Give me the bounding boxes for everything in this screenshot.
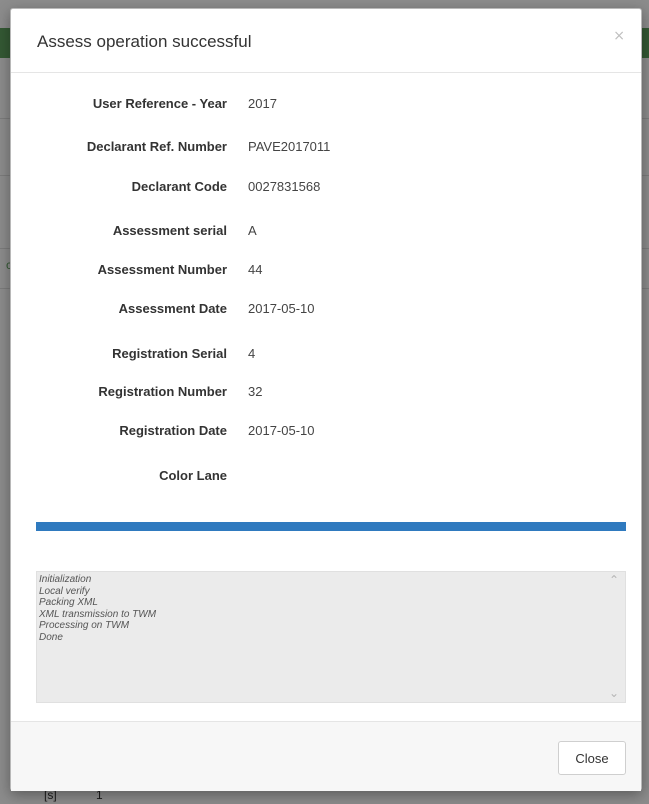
field-value: A <box>248 223 257 238</box>
field-label: Assessment serial <box>112 223 227 238</box>
progress-bar <box>36 522 626 531</box>
field-assessment-number: Assessment Number 44 <box>11 262 643 282</box>
field-user-reference-year: User Reference - Year 2017 <box>11 96 643 116</box>
chevron-up-icon[interactable]: ⌃ <box>609 574 619 587</box>
field-registration-number: Registration Number 32 <box>11 384 643 404</box>
log-line: XML transmission to TWM <box>39 608 157 620</box>
status-log[interactable]: Initialization Local verify Packing XML … <box>36 571 626 703</box>
field-registration-serial: Registration Serial 4 <box>11 346 643 366</box>
dialog-title: Assess operation successful <box>37 32 252 51</box>
field-declarant-code: Declarant Code 0027831568 <box>11 179 643 199</box>
dialog-header: Assess operation successful × <box>11 9 641 73</box>
close-icon[interactable]: × <box>613 28 625 44</box>
field-declarant-ref-number: Declarant Ref. Number PAVE2017011 <box>11 139 643 159</box>
chevron-down-icon[interactable]: ⌄ <box>609 688 619 700</box>
log-line: Processing on TWM <box>39 620 130 632</box>
field-value: PAVE2017011 <box>248 139 331 154</box>
field-value: 4 <box>248 346 256 361</box>
log-line: Initialization <box>39 574 92 585</box>
field-value: 2017-05-10 <box>248 301 315 316</box>
field-value: 2017-05-10 <box>248 423 315 438</box>
field-label: Registration Number <box>98 384 227 399</box>
field-assessment-serial: Assessment serial A <box>11 223 643 243</box>
field-registration-date: Registration Date 2017-05-10 <box>11 423 643 443</box>
field-label: Declarant Ref. Number <box>86 139 227 154</box>
assess-result-dialog: Assess operation successful × User Refer… <box>10 8 642 791</box>
field-label: User Reference - Year <box>92 96 227 111</box>
field-assessment-date: Assessment Date 2017-05-10 <box>11 301 643 321</box>
field-value: 44 <box>248 262 263 277</box>
field-color-lane: Color Lane <box>11 468 643 488</box>
log-line: Local verify <box>39 585 90 597</box>
field-label: Declarant Code <box>131 179 227 194</box>
field-label: Color Lane <box>159 468 227 483</box>
field-label: Assessment Number <box>97 262 227 277</box>
log-line: Done <box>39 631 63 643</box>
log-lines: Initialization Local verify Packing XML … <box>39 574 156 644</box>
field-value: 32 <box>248 384 263 399</box>
field-label: Assessment Date <box>118 301 227 316</box>
field-value: 2017 <box>248 96 277 111</box>
field-label: Registration Serial <box>112 346 227 361</box>
close-button[interactable]: Close <box>558 741 626 775</box>
dialog-footer: Close <box>11 721 641 791</box>
field-label: Registration Date <box>119 423 227 438</box>
log-line: Packing XML <box>39 597 98 609</box>
field-value: 0027831568 <box>248 179 321 194</box>
